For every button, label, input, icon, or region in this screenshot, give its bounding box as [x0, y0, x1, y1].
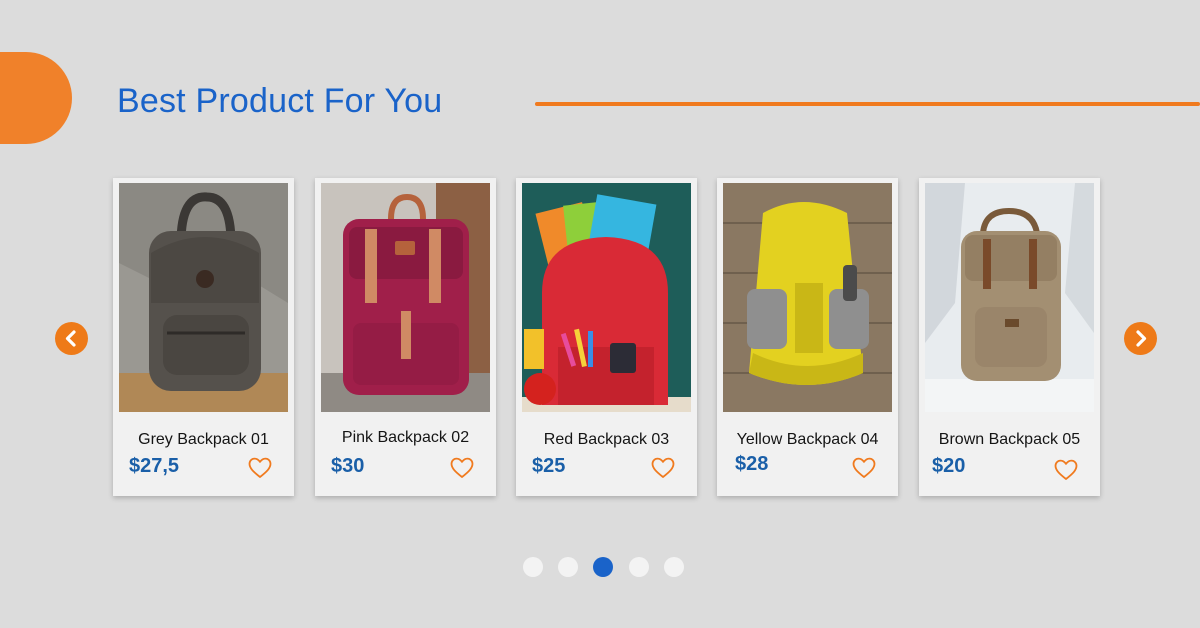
product-card[interactable]: Brown Backpack 05 $20 [919, 178, 1100, 496]
product-name: Grey Backpack 01 [138, 431, 269, 448]
product-image-brown-backpack [925, 183, 1094, 412]
decorative-orange-shape [0, 52, 72, 144]
heart-outline-icon [450, 457, 474, 478]
pagination-dot-1[interactable] [523, 557, 543, 577]
chevron-right-icon [1136, 330, 1147, 347]
product-price: $28 [735, 453, 769, 475]
product-name: Red Backpack 03 [543, 431, 670, 448]
carousel-next-button[interactable] [1124, 322, 1157, 355]
product-image-pink-backpack [321, 183, 490, 412]
favorite-button[interactable] [450, 457, 474, 479]
product-price: $20 [932, 455, 966, 477]
product-price: $30 [331, 455, 365, 477]
heart-outline-icon [248, 457, 272, 478]
chevron-left-icon [65, 330, 76, 347]
product-card[interactable]: Yellow Backpack 04 $28 [717, 178, 898, 496]
product-price: $27,5 [129, 455, 180, 477]
product-image-grey-backpack [119, 183, 288, 412]
product-image-red-backpack [522, 183, 691, 412]
product-price: $25 [532, 455, 566, 477]
favorite-button[interactable] [852, 457, 876, 479]
title-divider-line [535, 102, 1200, 106]
pagination-dot-3-active[interactable] [593, 557, 613, 577]
carousel-prev-button[interactable] [55, 322, 88, 355]
pagination-dot-2[interactable] [558, 557, 578, 577]
product-card[interactable]: Grey Backpack 01 $27,5 [113, 178, 294, 496]
product-card[interactable]: Red Backpack 03 $25 [516, 178, 697, 496]
product-name: Pink Backpack 02 [341, 429, 470, 446]
favorite-button[interactable] [1054, 459, 1078, 481]
page-title: Best Product For You [117, 82, 443, 120]
pagination-dot-5[interactable] [664, 557, 684, 577]
product-name: Brown Backpack 05 [938, 431, 1081, 448]
favorite-button[interactable] [248, 457, 272, 479]
heart-outline-icon [852, 457, 876, 478]
product-card[interactable]: Pink Backpack 02 $30 [315, 178, 496, 496]
product-image-yellow-backpack [723, 183, 892, 412]
product-name: Yellow Backpack 04 [736, 431, 879, 448]
pagination-dot-4[interactable] [629, 557, 649, 577]
heart-outline-icon [651, 457, 675, 478]
favorite-button[interactable] [651, 457, 675, 479]
heart-outline-icon [1054, 459, 1078, 480]
